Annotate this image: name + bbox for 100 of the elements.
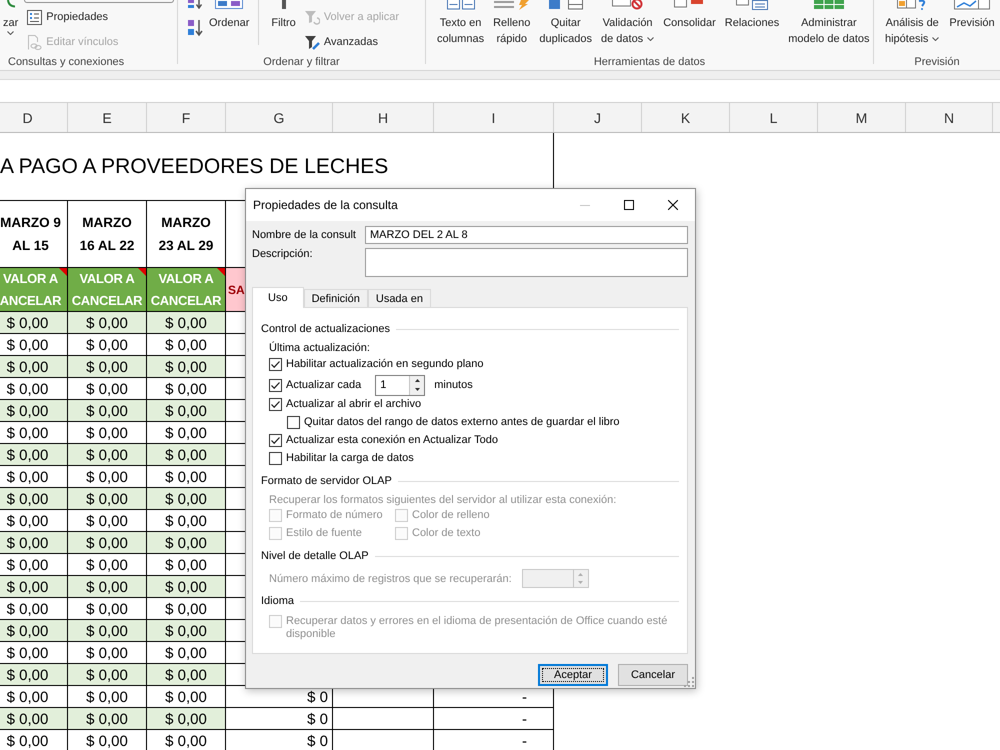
table-cell: $ 0,00 bbox=[147, 356, 226, 378]
ribbon-button[interactable]: Consolidar bbox=[660, 0, 719, 31]
tab[interactable]: Usada en bbox=[368, 289, 431, 308]
checkbox[interactable] bbox=[287, 416, 300, 429]
ribbon-button[interactable]: Texto en columnas bbox=[434, 0, 488, 47]
table-cell: $ 0,00 bbox=[147, 510, 226, 532]
ribbon-button[interactable]: Propiedades bbox=[24, 6, 174, 28]
table-cell: $ 0,00 bbox=[68, 598, 147, 620]
table-cell: $ 0,00 bbox=[68, 510, 147, 532]
table-cell: $ 0,00 bbox=[0, 598, 68, 620]
table-cell: $ 0,00 bbox=[0, 444, 68, 466]
ribbon-button[interactable]: Relaciones bbox=[722, 0, 782, 31]
document-link-icon bbox=[27, 34, 42, 50]
section-title: Idioma bbox=[261, 594, 294, 608]
table-cell: $ 0,00 bbox=[68, 686, 147, 708]
dialog-button[interactable]: Aceptar bbox=[538, 664, 608, 686]
table-cell: $ 0,00 bbox=[147, 488, 226, 510]
table-cell: $ 0,00 bbox=[147, 598, 226, 620]
table-cell: $ 0,00 bbox=[147, 466, 226, 488]
down-arrow-icon bbox=[414, 388, 420, 392]
table-cell: $ 0,00 bbox=[0, 334, 68, 356]
table-cell: $ 0,00 bbox=[0, 510, 68, 532]
table-cell: $ 0,00 bbox=[147, 664, 226, 686]
section-title: Formato de servidor OLAP bbox=[261, 474, 392, 488]
name-field[interactable]: MARZO DEL 2 AL 8 bbox=[365, 226, 688, 244]
ribbon-button[interactable]: zar bbox=[0, 0, 22, 35]
checkbox-label: Habilitar la carga de datos bbox=[286, 452, 414, 465]
field-label: Descripción: bbox=[252, 248, 313, 261]
ribbon-button[interactable]: Previsión bbox=[946, 0, 998, 31]
dialog-button[interactable]: Cancelar bbox=[618, 664, 688, 686]
dialog-title: Propiedades de la consulta bbox=[252, 198, 398, 212]
table-cell: $ 0,00 bbox=[147, 422, 226, 444]
checkbox-label: Color de texto bbox=[412, 527, 480, 540]
table-cell: $ 0,00 bbox=[0, 576, 68, 598]
table-cell: $ 0,00 bbox=[147, 642, 226, 664]
arc-icon bbox=[6, 0, 15, 8]
ribbon-button[interactable]: Administrar modelo de datos bbox=[785, 0, 873, 47]
table-cell: $ 0,00 bbox=[0, 686, 68, 708]
down-arrow-icon bbox=[578, 581, 584, 584]
ribbon-button[interactable]: Quitar duplicados bbox=[536, 0, 595, 47]
list-icon bbox=[27, 10, 42, 24]
table-cell: $ 0,00 bbox=[0, 488, 68, 510]
ribbon-button[interactable]: Validación de datos bbox=[598, 0, 658, 47]
checkbox-label: Estilo de fuente bbox=[286, 527, 362, 540]
ribbon-button[interactable]: Avanzadas bbox=[302, 31, 402, 53]
checkbox[interactable] bbox=[269, 452, 282, 465]
table-cell: $ 0,00 bbox=[147, 444, 226, 466]
checkbox-label: Quitar datos del rango de datos externo antes de guardar el libro bbox=[304, 416, 620, 429]
spin-button[interactable] bbox=[409, 376, 424, 394]
ribbon-button[interactable]: Filtro bbox=[268, 0, 299, 31]
ribbon-button[interactable]: Ordenar bbox=[206, 0, 252, 31]
section-note: Recuperar los formatos siguientes del servidor al utilizar esta conexión: bbox=[269, 493, 616, 507]
ribbon-button[interactable]: Relleno rápido bbox=[490, 0, 534, 47]
ribbon-button[interactable]: Análisis de hipótesis bbox=[882, 0, 942, 47]
table-cell: $ 0,00 bbox=[0, 708, 68, 730]
table-cell: $ 0,00 bbox=[68, 444, 147, 466]
table-cell: $ 0,00 bbox=[68, 708, 147, 730]
header-text: VALOR A ANCELAR bbox=[0, 270, 62, 310]
button-outline[interactable] bbox=[24, 0, 174, 3]
checkbox[interactable] bbox=[269, 434, 282, 447]
table-cell: $ 0,00 bbox=[0, 664, 68, 686]
section-title: Control de actualizaciones bbox=[261, 322, 390, 336]
group-label: Previsión bbox=[914, 55, 960, 69]
checkbox[interactable] bbox=[269, 398, 282, 411]
table-cell: $ 0,00 bbox=[68, 488, 147, 510]
checkbox-label: Actualizar al abrir el archivo bbox=[286, 398, 422, 411]
sort-icon[interactable] bbox=[187, 19, 203, 37]
table-cell: - bbox=[434, 708, 554, 730]
tab[interactable]: Uso bbox=[252, 287, 304, 308]
table-cell: $ 0,00 bbox=[0, 378, 68, 400]
resize-grip-icon[interactable] bbox=[684, 677, 694, 687]
table-cell: $ 0,00 bbox=[147, 334, 226, 356]
table-cell: $ 0,00 bbox=[68, 334, 147, 356]
checkbox[interactable] bbox=[269, 378, 282, 392]
header-text: MARZO 16 AL 22 bbox=[80, 214, 134, 255]
description-field[interactable] bbox=[365, 248, 688, 277]
table-cell: $ 0,00 bbox=[68, 356, 147, 378]
table-cell: $ 0,00 bbox=[147, 708, 226, 730]
table-cell: $ 0,00 bbox=[68, 378, 147, 400]
table-cell: $ 0,00 bbox=[68, 576, 147, 598]
table-cell: $ 0,00 bbox=[0, 532, 68, 554]
tab[interactable]: Definición bbox=[304, 289, 368, 308]
table-cell: $ 0,00 bbox=[68, 554, 147, 576]
checkbox-label: Color de relleno bbox=[412, 509, 490, 522]
header-text: VALOR A CANCELAR bbox=[72, 270, 142, 310]
table-cell: $ 0,00 bbox=[68, 400, 147, 422]
checkbox-label: Habilitar actualización en segundo plano bbox=[286, 358, 484, 371]
number-field[interactable]: 1 bbox=[375, 374, 426, 396]
header-text: VALOR A CANCELAR bbox=[150, 270, 222, 310]
sheet-title: A PAGO A PROVEEDORES DE LECHES bbox=[0, 154, 388, 178]
field-label: Nombre de la consult bbox=[252, 228, 356, 242]
header-text: SA bbox=[228, 282, 245, 298]
checkbox[interactable] bbox=[269, 358, 282, 371]
table-cell: $ 0,00 bbox=[68, 532, 147, 554]
sort-icon[interactable] bbox=[187, 0, 203, 9]
funnel-pencil-icon bbox=[304, 34, 320, 50]
table-cell: $ 0,00 bbox=[68, 312, 147, 334]
table-cell: $ 0,00 bbox=[147, 378, 226, 400]
table-cell: $ 0,00 bbox=[0, 422, 68, 444]
table-cell: $ 0,00 bbox=[68, 422, 147, 444]
